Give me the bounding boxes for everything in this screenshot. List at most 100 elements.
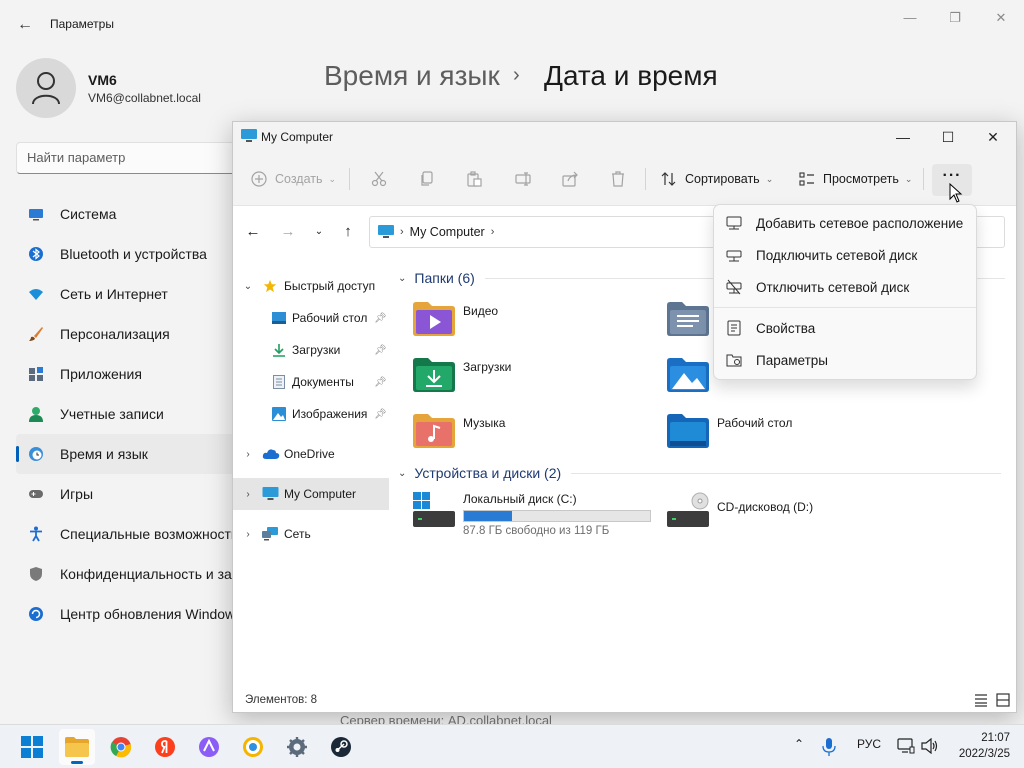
tree-item-onedrive[interactable]: › OneDrive — [233, 438, 389, 470]
restore-icon[interactable]: ❐ — [940, 8, 970, 28]
tree-item-pictures[interactable]: Изображения 📌︎ — [233, 398, 389, 430]
clock[interactable]: 21:07 2022/3/25 — [959, 730, 1010, 762]
nav-item-label: Bluetooth и устройства — [60, 246, 207, 262]
copy-icon — [421, 171, 433, 186]
cut-button[interactable] — [371, 164, 387, 194]
explorer-titlebar[interactable]: My Computer — ☐ ✕ — [233, 122, 1016, 152]
back-arrow-icon[interactable]: ← — [241, 221, 265, 243]
folder-tile-desktop[interactable]: Рабочий стол — [667, 414, 792, 448]
address-location[interactable]: My Computer — [410, 225, 485, 239]
document-icon — [273, 375, 285, 389]
nav-item-time-language[interactable]: Время и язык — [16, 434, 246, 474]
nav-item-accounts[interactable]: Учетные записи — [16, 394, 246, 434]
nav-item-system[interactable]: Система — [16, 194, 246, 234]
taskbar-alice[interactable] — [191, 729, 227, 765]
menu-item-options[interactable]: Параметры — [718, 345, 974, 375]
delete-button[interactable] — [610, 164, 626, 194]
menu-item-add-network-location[interactable]: Добавить сетевое расположение — [718, 208, 974, 238]
taskbar-file-explorer[interactable] — [59, 729, 95, 765]
settings-search-input[interactable]: Найти параметр — [16, 142, 246, 174]
folder-tile-video[interactable]: Видео — [413, 302, 498, 336]
minimize-icon[interactable]: — — [895, 8, 925, 28]
taskbar-ad-app[interactable] — [235, 729, 271, 765]
back-arrow-icon[interactable]: ← — [14, 14, 36, 36]
start-button[interactable] — [14, 729, 50, 765]
cloud-icon — [262, 449, 280, 459]
folder-tile-documents[interactable] — [667, 302, 717, 336]
menu-item-map-drive[interactable]: Подключить сетевой диск — [718, 240, 974, 270]
tree-item-downloads[interactable]: Загрузки 📌︎ — [233, 334, 389, 366]
nav-item-windows-update[interactable]: Центр обновления Windows — [16, 594, 246, 634]
explorer-title: My Computer — [261, 130, 334, 144]
taskbar-settings[interactable] — [279, 729, 315, 765]
close-icon[interactable]: ✕ — [975, 126, 1011, 148]
taskbar-steam[interactable] — [323, 729, 359, 765]
nav-item-gaming[interactable]: Игры — [16, 474, 246, 514]
input-language[interactable]: РУС — [857, 737, 881, 751]
paste-button[interactable] — [466, 164, 482, 194]
recent-locations-chevron-icon[interactable]: ⌄ — [307, 221, 331, 243]
breadcrumb-chevron[interactable]: › — [400, 226, 404, 238]
maximize-icon[interactable]: ☐ — [930, 126, 966, 148]
show-hidden-icons-chevron-icon[interactable]: ⌃ — [794, 737, 804, 751]
close-icon[interactable]: ✕ — [986, 8, 1016, 28]
pin-icon[interactable]: 📌︎ — [374, 409, 387, 420]
avatar[interactable] — [16, 58, 76, 118]
tree-item-network[interactable]: › Сеть — [233, 518, 389, 550]
collapse-chevron-icon[interactable]: ⌄ — [398, 273, 406, 284]
minimize-icon[interactable]: — — [885, 126, 921, 148]
folder-tile-music[interactable]: Музыка — [413, 414, 505, 448]
create-label: Создать — [275, 172, 323, 186]
breadcrumb-chevron[interactable]: › — [491, 226, 495, 238]
cd-drive-icon — [667, 492, 709, 527]
pin-icon[interactable]: 📌︎ — [374, 313, 387, 324]
create-button[interactable]: Создать ⌄ — [251, 164, 336, 194]
copy-button[interactable] — [419, 164, 435, 194]
downloads-folder-icon — [413, 358, 455, 392]
taskbar-yandex-browser[interactable] — [147, 729, 183, 765]
pictures-folder-icon — [667, 358, 709, 392]
nav-item-personalization[interactable]: Персонализация — [16, 314, 246, 354]
forward-arrow-icon[interactable]: → — [276, 221, 300, 243]
drives-group-header[interactable]: ⌄ Устройства и диски (2) — [398, 465, 1002, 481]
user-email: VM6@collabnet.local — [88, 91, 201, 105]
drive-tile-c[interactable]: Локальный диск (C:) 87.8 ГБ свободно из … — [413, 492, 651, 537]
disconnect-drive-icon — [726, 279, 742, 295]
nav-item-network[interactable]: Сеть и Интернет — [16, 274, 246, 314]
nav-item-privacy[interactable]: Конфиденциальность и защита — [16, 554, 246, 594]
volume-icon[interactable] — [921, 738, 939, 754]
menu-item-disconnect-drive[interactable]: Отключить сетевой диск — [718, 272, 974, 302]
share-button[interactable] — [562, 164, 578, 194]
expand-chevron-icon[interactable]: › — [241, 489, 255, 500]
pin-icon[interactable]: 📌︎ — [374, 345, 387, 356]
taskbar-chrome[interactable] — [103, 729, 139, 765]
nav-item-bluetooth[interactable]: Bluetooth и устройства — [16, 234, 246, 274]
apps-icon — [29, 367, 43, 381]
collapse-chevron-icon[interactable]: ⌄ — [398, 468, 406, 479]
tree-item-quick-access[interactable]: ⌄ Быстрый доступ — [233, 270, 389, 302]
alice-icon — [199, 737, 219, 757]
expand-chevron-icon[interactable]: › — [241, 449, 255, 460]
folder-tile-pictures[interactable] — [667, 358, 717, 392]
tree-item-desktop[interactable]: Рабочий стол 📌︎ — [233, 302, 389, 334]
up-arrow-icon[interactable]: ↑ — [336, 221, 360, 243]
nav-item-apps[interactable]: Приложения — [16, 354, 246, 394]
drive-tile-d[interactable]: CD-дисковод (D:) — [667, 492, 813, 528]
nav-item-accessibility[interactable]: Специальные возможности — [16, 514, 246, 554]
view-button[interactable]: Просмотреть ⌄ — [799, 164, 912, 194]
tiles-view-icon[interactable] — [995, 692, 1011, 708]
expand-chevron-icon[interactable]: ⌄ — [241, 281, 255, 292]
sort-button[interactable]: Сортировать ⌄ — [661, 164, 773, 194]
tree-item-documents[interactable]: Документы 📌︎ — [233, 366, 389, 398]
details-view-icon[interactable] — [973, 692, 989, 708]
tree-item-my-computer[interactable]: › My Computer — [233, 478, 389, 510]
expand-chevron-icon[interactable]: › — [241, 529, 255, 540]
folder-tile-downloads[interactable]: Загрузки — [413, 358, 511, 392]
microphone-icon[interactable] — [822, 738, 836, 756]
breadcrumb-parent[interactable]: Время и язык — [324, 60, 500, 92]
network-status-icon[interactable] — [897, 738, 915, 754]
pin-icon[interactable]: 📌︎ — [374, 377, 387, 388]
rename-button[interactable] — [515, 164, 531, 194]
menu-item-properties[interactable]: Свойства — [718, 313, 974, 343]
